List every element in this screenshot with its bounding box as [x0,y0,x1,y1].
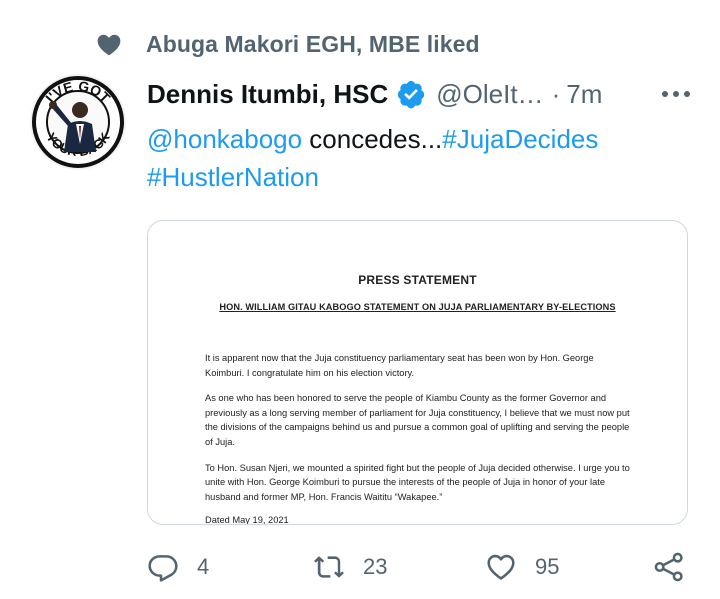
document-body: It is apparent now that the Juja constit… [205,351,635,525]
share-icon [654,552,683,582]
avatar[interactable]: I'VE GOT YOUR BACK [30,74,126,170]
verified-badge-icon [398,80,425,109]
like-count: 95 [535,554,560,579]
tweet-actions: 4 23 95 [147,546,692,588]
hashtag-link[interactable]: #HustlerNation [147,162,319,192]
heart-icon [487,554,515,580]
social-context-text[interactable]: Abuga Makori EGH, MBE liked [146,31,480,58]
document-subtitle: HON. WILLIAM GITAU KABOGO STATEMENT ON J… [219,302,616,312]
tweet-time[interactable]: 7m [566,79,602,110]
author-handle[interactable]: @OleIt… [436,79,543,110]
document-paragraph: It is apparent now that the Juja constit… [205,353,594,378]
avatar-image: I'VE GOT YOUR BACK [30,74,126,170]
document-title: PRESS STATEMENT [358,273,477,287]
document-paragraph: To Hon. Susan Njeri, we mounted a spirit… [205,462,630,502]
mention-link[interactable]: @honkabogo [147,124,302,154]
social-context[interactable]: Abuga Makori EGH, MBE liked [96,28,480,60]
display-name[interactable]: Dennis Itumbi, HSC [147,79,388,110]
retweet-icon [314,556,344,578]
tweet-body-text: concedes... [302,124,443,154]
like-button[interactable]: 95 [485,546,559,588]
retweet-count: 23 [363,554,388,579]
document-paragraph: As one who has been honored to serve the… [205,393,630,447]
reply-count: 4 [197,554,210,579]
hashtag-link[interactable]: #JujaDecides [442,124,598,154]
separator-dot: · [551,78,561,109]
reply-icon [148,555,178,582]
more-options-icon[interactable] [660,84,692,104]
document-date: Dated May 19, 2021 [205,515,289,525]
reply-button[interactable]: 4 [147,546,209,588]
press-statement-document: PRESS STATEMENT HON. WILLIAM GITAU KABOG… [148,221,687,524]
retweet-button[interactable]: 23 [313,546,387,588]
heart-filled-icon [97,34,121,56]
tweet-text: @honkabogo concedes...#JujaDecides #Hust… [147,120,687,196]
tweet-header: Dennis Itumbi, HSC @OleIt… · 7m [147,74,692,114]
share-button[interactable] [653,546,685,588]
media-image[interactable]: PRESS STATEMENT HON. WILLIAM GITAU KABOG… [147,220,688,525]
